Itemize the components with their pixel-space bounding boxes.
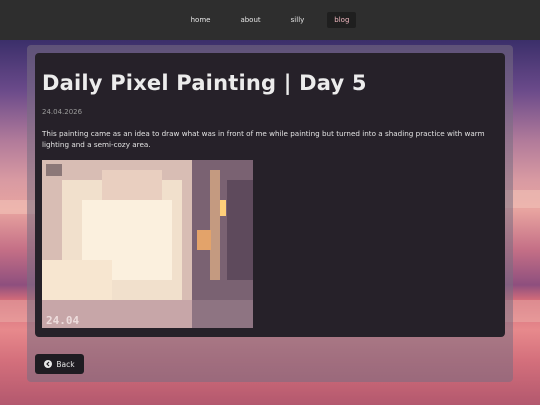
back-button-label: Back [56,359,75,369]
post-description: This painting came as an idea to draw wh… [42,129,485,149]
pixel-painting-art [42,160,253,328]
post-date: 24.04.2026 [42,108,83,116]
nav-home[interactable]: home [184,12,218,28]
nav-about[interactable]: about [233,12,267,28]
artwork-caption: 24.04 [46,314,80,327]
blog-post-card: Daily Pixel Painting | Day 5 24.04.2026 … [35,53,505,337]
back-button[interactable]: Back [35,354,84,374]
arrow-left-icon [44,360,53,368]
pixel-painting-image: 24.04 [42,160,253,328]
top-navbar: home about silly blog [0,0,540,40]
post-title: Daily Pixel Painting | Day 5 [42,71,367,95]
nav-blog[interactable]: blog [327,12,357,28]
nav-silly[interactable]: silly [284,12,312,28]
